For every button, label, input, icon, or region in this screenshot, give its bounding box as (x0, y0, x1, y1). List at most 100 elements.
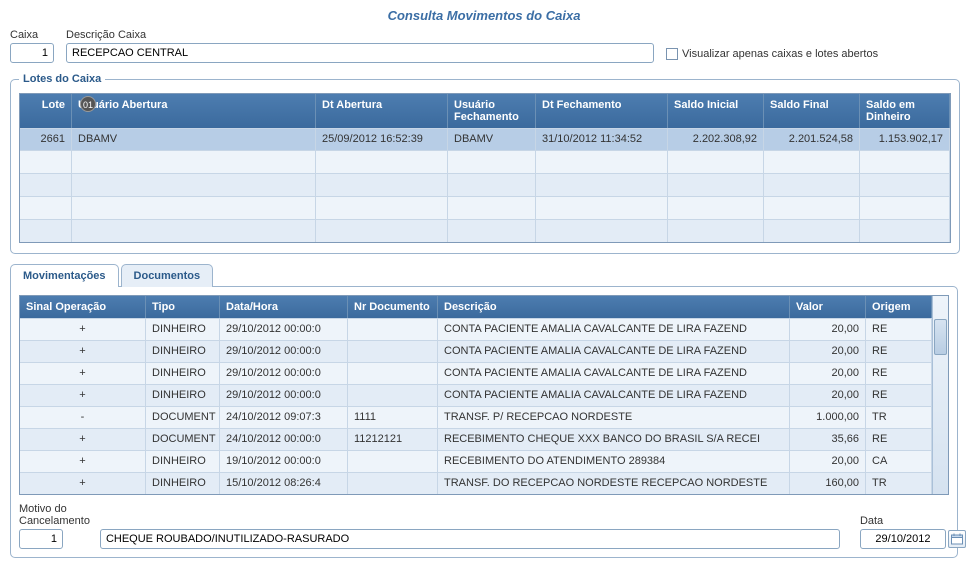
cell-usuario-fechamento: DBAMV (448, 129, 536, 150)
calendar-icon[interactable] (948, 530, 966, 548)
lotes-row-empty[interactable] (20, 150, 950, 173)
cell-dt-abertura: 25/09/2012 16:52:39 (316, 129, 448, 150)
data-label: Data (860, 515, 966, 527)
mov-cell-sinal: + (20, 473, 146, 494)
lotes-col-dt-abertura[interactable]: Dt Abertura (316, 94, 448, 128)
motivo-desc-input[interactable] (100, 529, 840, 549)
mov-cell-tipo: DINHEIRO (146, 341, 220, 362)
mov-cell-descricao: CONTA PACIENTE AMALIA CAVALCANTE DE LIRA… (438, 385, 790, 406)
bottom-row: Motivo do Cancelamento Data (19, 503, 949, 549)
visualizar-abertos-group: Visualizar apenas caixas e lotes abertos (666, 48, 878, 60)
mov-cell-sinal: + (20, 429, 146, 450)
cell-usuario-abertura: DBAMV (72, 129, 316, 150)
lotes-col-saldo-final[interactable]: Saldo Final (764, 94, 860, 128)
movimentacoes-grid: Sinal Operação Tipo Data/Hora Nr Documen… (19, 295, 949, 495)
cell-lote: 2661 (20, 129, 72, 150)
mov-cell-data_hora: 15/10/2012 08:26:4 (220, 473, 348, 494)
mov-row[interactable]: +DINHEIRO29/10/2012 00:00:0CONTA PACIENT… (20, 362, 932, 384)
lotes-col-usuario-fechamento[interactable]: Usuário Fechamento (448, 94, 536, 128)
lotes-row-empty[interactable] (20, 196, 950, 219)
mov-col-valor[interactable]: Valor (790, 296, 866, 318)
mov-cell-nr_documento (348, 451, 438, 472)
mov-cell-data_hora: 29/10/2012 00:00:0 (220, 319, 348, 340)
mov-cell-origem: TR (866, 407, 932, 428)
mov-cell-origem: CA (866, 451, 932, 472)
mov-cell-sinal: + (20, 385, 146, 406)
mov-row[interactable]: -DOCUMENT24/10/2012 09:07:31111TRANSF. P… (20, 406, 932, 428)
lotes-grid-header: Lote 01 Usuário Abertura Dt Abertura Usu… (20, 94, 950, 128)
mov-cell-data_hora: 24/10/2012 09:07:3 (220, 407, 348, 428)
visualizar-abertos-checkbox[interactable] (666, 48, 678, 60)
mov-cell-descricao: RECEBIMENTO CHEQUE XXX BANCO DO BRASIL S… (438, 429, 790, 450)
descricao-caixa-field-group: Descrição Caixa (66, 29, 654, 63)
lotes-col-saldo-inicial[interactable]: Saldo Inicial (668, 94, 764, 128)
visualizar-abertos-label: Visualizar apenas caixas e lotes abertos (682, 48, 878, 60)
mov-row[interactable]: +DINHEIRO29/10/2012 00:00:0CONTA PACIENT… (20, 318, 932, 340)
lotes-legend: Lotes do Caixa (19, 73, 105, 85)
data-input[interactable] (860, 529, 946, 549)
caixa-label: Caixa (10, 29, 54, 41)
lotes-row-empty[interactable] (20, 173, 950, 196)
mov-cell-sinal: + (20, 341, 146, 362)
mov-row[interactable]: +DINHEIRO29/10/2012 00:00:0 CONTA PACIENT… (20, 384, 932, 406)
mov-cell-nr_documento (348, 363, 438, 384)
mov-grid-body: +DINHEIRO29/10/2012 00:00:0CONTA PACIENT… (20, 318, 932, 494)
descricao-caixa-input[interactable] (66, 43, 654, 63)
mov-cell-valor: 20,00 (790, 451, 866, 472)
motivo-num-input[interactable] (19, 529, 63, 549)
mov-cell-valor: 20,00 (790, 385, 866, 406)
mov-cell-tipo: DOCUMENT (146, 429, 220, 450)
mov-col-data-hora[interactable]: Data/Hora (220, 296, 348, 318)
mov-cell-sinal: + (20, 451, 146, 472)
mov-scrollbar[interactable] (932, 296, 948, 494)
lotes-col-usuario-abertura[interactable]: Usuário Abertura (72, 94, 316, 128)
mov-cell-data_hora: 29/10/2012 00:00:0 (220, 385, 348, 406)
mov-cell-origem: TR (866, 473, 932, 494)
mov-cell-tipo: DINHEIRO (146, 385, 220, 406)
mov-cell-descricao: CONTA PACIENTE AMALIA CAVALCANTE DE LIRA… (438, 341, 790, 362)
tab-documentos[interactable]: Documentos (121, 264, 214, 287)
page-title: Consulta Movimentos do Caixa (10, 8, 958, 23)
mov-row[interactable]: +DOCUMENT24/10/2012 00:00:011212121RECEB… (20, 428, 932, 450)
mov-cell-descricao: RECEBIMENTO DO ATENDIMENTO 289384 (438, 451, 790, 472)
mov-cell-nr_documento (348, 341, 438, 362)
mov-cell-descricao: CONTA PACIENTE AMALIA CAVALCANTE DE LIRA… (438, 319, 790, 340)
lotes-fieldset: Lotes do Caixa Lote 01 Usuário Abertura … (10, 73, 960, 254)
mov-col-nr-documento[interactable]: Nr Documento (348, 296, 438, 318)
mov-cell-nr_documento (348, 385, 438, 406)
mov-cell-sinal: - (20, 407, 146, 428)
mov-cell-tipo: DOCUMENT (146, 407, 220, 428)
cell-saldo-final: 2.201.524,58 (764, 129, 860, 150)
tab-movimentacoes[interactable]: Movimentações (10, 264, 119, 287)
scroll-thumb[interactable] (934, 319, 947, 355)
mov-col-sinal[interactable]: Sinal Operação (20, 296, 146, 318)
mov-row[interactable]: +DINHEIRO15/10/2012 08:26:4TRANSF. DO RE… (20, 472, 932, 494)
mov-row[interactable]: +DINHEIRO19/10/2012 00:00:0RECEBIMENTO D… (20, 450, 932, 472)
mov-cell-data_hora: 29/10/2012 00:00:0 (220, 341, 348, 362)
lotes-row-empty[interactable] (20, 219, 950, 242)
lotes-row[interactable]: 2661 DBAMV 25/09/2012 16:52:39 DBAMV 31/… (20, 128, 950, 150)
descricao-caixa-label: Descrição Caixa (66, 29, 654, 41)
tab-body: Sinal Operação Tipo Data/Hora Nr Documen… (10, 286, 958, 558)
mov-cell-nr_documento (348, 473, 438, 494)
mov-col-descricao[interactable]: Descrição (438, 296, 790, 318)
mov-cell-valor: 35,66 (790, 429, 866, 450)
caixa-number-input[interactable] (10, 43, 54, 63)
tabs: Movimentações Documentos (10, 264, 958, 287)
lotes-col-lote[interactable]: Lote (20, 94, 72, 128)
mov-row[interactable]: +DINHEIRO29/10/2012 00:00:0 CONTA PACIENT… (20, 340, 932, 362)
mov-cell-valor: 160,00 (790, 473, 866, 494)
lotes-col-dt-fechamento[interactable]: Dt Fechamento (536, 94, 668, 128)
motivo-num-field: Motivo do Cancelamento (19, 503, 90, 549)
motivo-label: Motivo do Cancelamento (19, 503, 90, 527)
mov-cell-valor: 20,00 (790, 341, 866, 362)
mov-cell-data_hora: 29/10/2012 00:00:0 (220, 363, 348, 384)
mov-cell-data_hora: 19/10/2012 00:00:0 (220, 451, 348, 472)
mov-cell-origem: RE (866, 385, 932, 406)
lotes-col-saldo-dinheiro[interactable]: Saldo em Dinheiro (860, 94, 950, 128)
cell-saldo-dinheiro: 1.153.902,17 (860, 129, 950, 150)
mov-col-tipo[interactable]: Tipo (146, 296, 220, 318)
mov-col-origem[interactable]: Origem (866, 296, 932, 318)
mov-cell-valor: 1.000,00 (790, 407, 866, 428)
mov-cell-valor: 20,00 (790, 319, 866, 340)
